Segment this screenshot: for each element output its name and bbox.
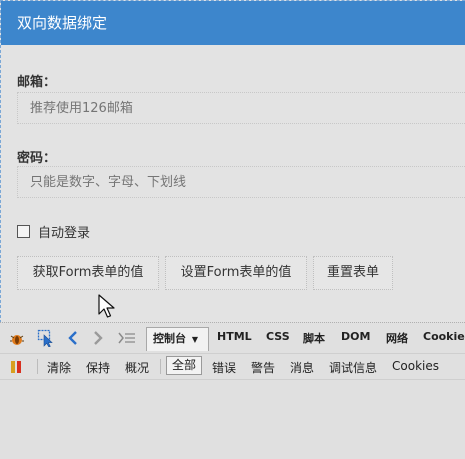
toolbar-separator <box>160 359 161 374</box>
filter-all-button[interactable]: 全部 <box>166 356 203 375</box>
tab-cookie[interactable]: Cookie <box>423 330 465 343</box>
console-output[interactable] <box>0 379 465 459</box>
firebug-icon[interactable] <box>9 332 25 346</box>
tab-net[interactable]: 网络 <box>386 330 408 346</box>
persist-button[interactable]: 保持 <box>86 359 110 376</box>
password-label: 密码： <box>17 151 57 166</box>
tab-css[interactable]: CSS <box>266 330 290 343</box>
mouse-cursor-icon <box>98 294 115 318</box>
get-form-values-button[interactable]: 获取Form表单的值 <box>17 256 159 290</box>
back-icon[interactable] <box>68 331 78 345</box>
forward-icon[interactable] <box>93 331 103 345</box>
filter-cookies-button[interactable]: Cookies <box>392 359 439 373</box>
tab-dom[interactable]: DOM <box>341 330 370 343</box>
profile-button[interactable]: 概况 <box>125 359 149 376</box>
chevron-down-icon: ▼ <box>191 335 198 344</box>
tab-console[interactable]: 控制台 ▼ <box>146 327 209 351</box>
remember-checkbox[interactable] <box>17 224 30 238</box>
clear-button[interactable]: 清除 <box>47 359 71 376</box>
devtools-toolbar: 清除 保持 概况 全部 错误 警告 消息 调试信息 Cookies <box>0 353 465 380</box>
tab-html[interactable]: HTML <box>217 330 252 343</box>
email-field[interactable] <box>17 92 465 124</box>
remember-label: 自动登录 <box>38 225 91 241</box>
reset-form-button[interactable]: 重置表单 <box>313 256 393 290</box>
devtools-tabbar: 控制台 ▼ HTML CSS 脚本 DOM 网络 Cookie <box>0 323 465 353</box>
tab-console-label: 控制台 <box>153 332 186 345</box>
filter-warnings-button[interactable]: 警告 <box>251 359 275 376</box>
command-line-icon[interactable] <box>118 332 136 344</box>
devtools-panel: 控制台 ▼ HTML CSS 脚本 DOM 网络 Cookie 清除 保持 概况… <box>0 322 465 459</box>
filter-debug-button[interactable]: 调试信息 <box>329 359 377 376</box>
remember-row[interactable]: 自动登录 <box>17 223 91 241</box>
set-form-values-button[interactable]: 设置Form表单的值 <box>165 256 307 290</box>
tab-script[interactable]: 脚本 <box>303 330 325 346</box>
inspect-icon[interactable] <box>37 329 55 347</box>
filter-info-button[interactable]: 消息 <box>290 359 314 376</box>
break-on-errors-icon[interactable] <box>10 360 24 374</box>
page-title: 双向数据绑定 <box>1 1 465 45</box>
filter-errors-button[interactable]: 错误 <box>212 359 236 376</box>
toolbar-separator <box>37 359 38 374</box>
password-field[interactable] <box>17 166 465 198</box>
email-label: 邮箱： <box>17 75 57 90</box>
